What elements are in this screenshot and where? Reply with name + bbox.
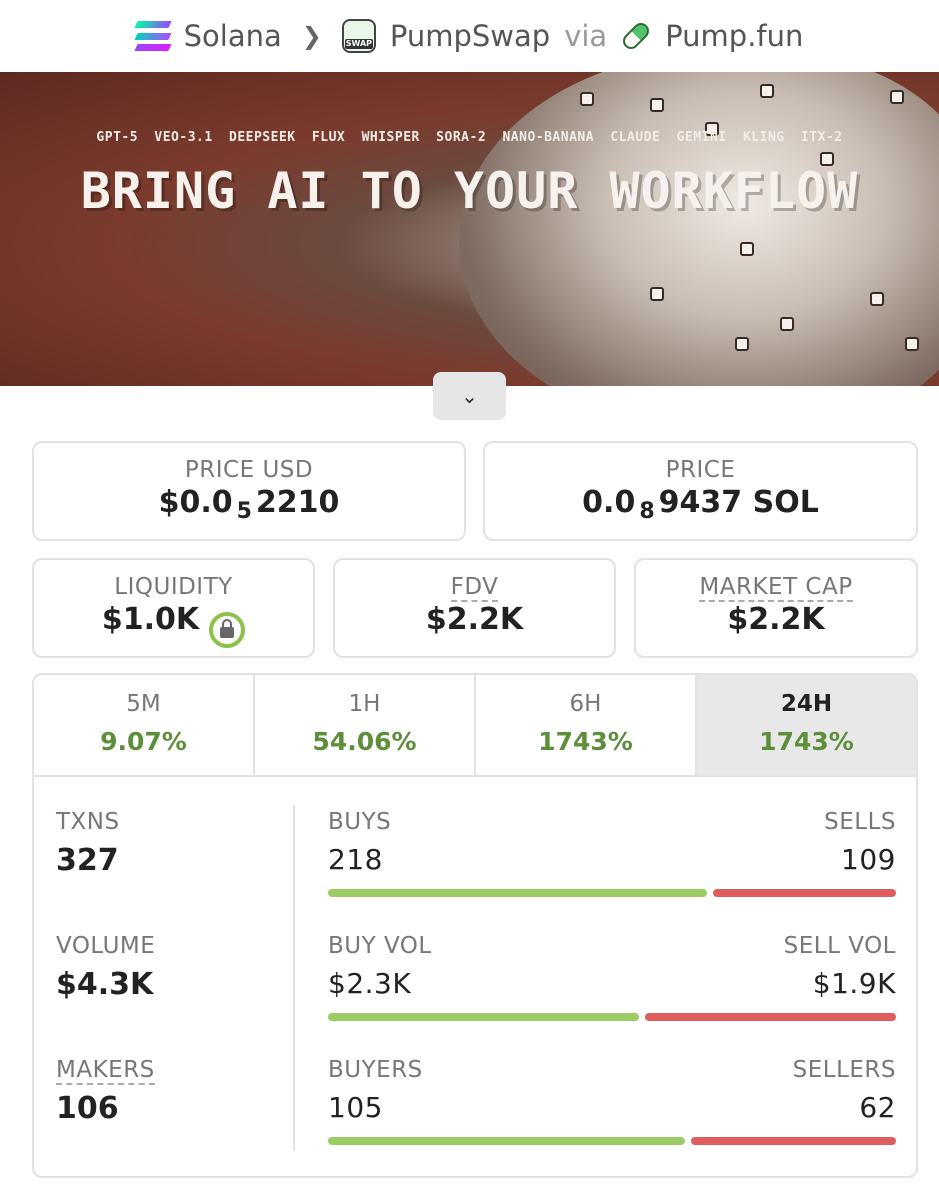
chevron-right-icon: ❯ [301,22,322,50]
buyers-sellers-split: BUYERS SELLERS 105 62 [328,1057,896,1176]
tab-6h[interactable]: 6H 1743% [476,675,697,775]
electrode-dot [890,90,904,104]
breadcrumb: Solana ❯ SWAP PumpSwap via Pump.fun [0,0,939,72]
pumpfun-pill-icon [619,19,653,53]
tab-change: 54.06% [312,727,417,756]
buys-sells-split: BUYS SELLS 218 109 [328,809,896,933]
buyers-label: BUYERS [328,1057,423,1083]
sell-vol-label: SELL VOL [783,933,896,959]
tab-1h[interactable]: 1H 54.06% [255,675,476,775]
solana-icon [133,21,172,51]
totals-column: TXNS 327 VOLUME $4.3K MAKERS 106 [56,809,286,1176]
fdv-label[interactable]: FDV [335,574,614,602]
electrode-dot [650,98,664,112]
electrode-dot [780,317,794,331]
electrode-dot [735,337,749,351]
buy-bar [328,1137,686,1145]
banner-face-image [459,72,939,386]
liquidity-label: LIQUIDITY [114,574,233,600]
tab-change: 1743% [759,727,854,756]
market-cap-card: MARKET CAP $2.2K [634,558,918,658]
buy-bar [328,1013,640,1021]
volume-value: $4.3K [56,967,154,1002]
volume-ratio-bar [328,1013,896,1021]
txns-value: 327 [56,843,119,878]
chevron-down-icon: ⌄ [461,384,478,408]
price-usd-card: PRICE USD $0.0 5 2210 [32,441,466,541]
sellers-label: SELLERS [792,1057,896,1083]
electrode-dot [580,92,594,106]
buy-sell-ratio-bar [328,889,896,897]
electrode-dot [870,292,884,306]
sell-bar [691,1137,896,1145]
volume-metric: VOLUME $4.3K [56,933,286,1057]
tab-label: 6H [569,691,602,717]
tab-label: 1H [348,691,381,717]
sellers-value: 62 [859,1091,896,1124]
electrode-dot [740,242,754,256]
buys-label: BUYS [328,809,392,835]
fdv-value: $2.2K [425,602,524,637]
liquidity-card: LIQUIDITY $1.0K [32,558,315,658]
via-label: via [564,19,608,53]
tab-change: 9.07% [100,727,187,756]
tab-24h[interactable]: 24H 1743% [697,675,916,775]
banner-model-tags: GPT-5 VEO-3.1 DEEPSEEK FLUX WHISPER SORA… [96,130,843,145]
tab-label: 5M [126,691,161,717]
sell-bar [645,1013,896,1021]
buyers-ratio-bar [328,1137,896,1145]
price-sol-label: PRICE [665,457,736,483]
stats-panel: 5M 9.07% 1H 54.06% 6H 1743% 24H 1743% TX… [32,673,918,1178]
price-usd-value: $0.0 5 2210 [158,485,340,524]
timeframe-tabs: 5M 9.07% 1H 54.06% 6H 1743% 24H 1743% [34,675,916,777]
buy-vol-value: $2.3K [328,967,412,1000]
price-sol-value: 0.0 8 9437 SOL [582,485,819,524]
volume-label: VOLUME [56,933,156,959]
buyers-value: 105 [328,1091,383,1124]
volume-split: BUY VOL SELL VOL $2.3K $1.9K [328,933,896,1057]
sells-value: 109 [841,843,896,876]
tab-label: 24H [780,691,833,717]
dex-link[interactable]: PumpSwap [390,19,550,53]
lock-icon[interactable] [209,611,246,648]
sell-vol-value: $1.9K [812,967,896,1000]
tab-5m[interactable]: 5M 9.07% [34,675,255,775]
fdv-card: FDV $2.2K [333,558,616,658]
chain-link[interactable]: Solana [184,19,282,53]
txns-label: TXNS [56,809,120,835]
column-divider [293,805,295,1151]
electrode-dot [650,287,664,301]
tab-change: 1743% [538,727,633,756]
makers-metric: MAKERS 106 [56,1057,286,1176]
makers-value: 106 [56,1091,119,1126]
sells-label: SELLS [824,809,896,835]
electrode-dot [905,337,919,351]
makers-label[interactable]: MAKERS [56,1057,286,1085]
liquidity-value: $1.0K [34,602,313,648]
electrode-dot [760,84,774,98]
buys-value: 218 [328,843,383,876]
price-usd-label: PRICE USD [184,457,314,483]
buy-bar [328,889,707,897]
collapse-banner-button[interactable]: ⌄ [433,372,506,420]
market-cap-label[interactable]: MARKET CAP [636,574,916,602]
ad-banner[interactable]: GPT-5 VEO-3.1 DEEPSEEK FLUX WHISPER SORA… [0,72,939,386]
banner-headline: BRING AI TO YOUR WORKFLOW [80,162,859,220]
txns-metric: TXNS 327 [56,809,286,933]
pumpswap-icon: SWAP [341,19,376,53]
buy-vol-label: BUY VOL [328,933,432,959]
launchpad-link[interactable]: Pump.fun [665,19,803,53]
sell-bar [712,889,896,897]
market-cap-value: $2.2K [727,602,825,637]
split-column: BUYS SELLS 218 109 BUY VOL SELL VOL $2.3K $1… [328,809,896,1176]
price-sol-card: PRICE 0.0 8 9437 SOL [483,441,918,541]
